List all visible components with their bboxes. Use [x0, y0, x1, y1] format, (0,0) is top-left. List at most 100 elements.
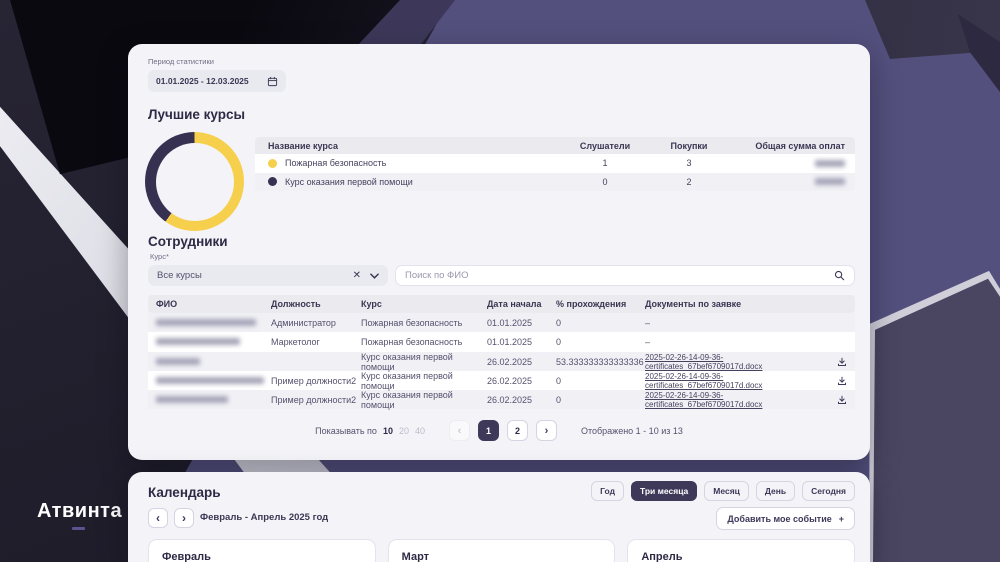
month-title: Март: [401, 551, 430, 562]
position-cell: Маркетолог: [271, 336, 320, 347]
view-today-button[interactable]: Сегодня: [802, 481, 855, 501]
period-date-value: 01.01.2025 - 12.03.2025: [156, 76, 249, 86]
course-cell: Курс оказания первой помощи: [361, 390, 453, 411]
start-date-cell: 26.02.2025: [487, 375, 533, 386]
course-filter-select[interactable]: Все курсы ✕: [148, 265, 388, 286]
table-row: Курс оказания первой помощи 0 2: [255, 172, 855, 191]
course-cell: Пожарная безопасность: [361, 317, 463, 328]
calendar-months: Февраль Март Апрель: [148, 539, 856, 562]
calendar-prev-button[interactable]: ‹: [148, 508, 168, 528]
employees-title: Сотрудники: [148, 234, 228, 249]
fio-redacted: [156, 337, 271, 347]
fio-redacted: [156, 395, 271, 405]
calendar-next-button[interactable]: ›: [174, 508, 194, 528]
col-fio: ФИО: [156, 299, 178, 309]
employees-table: ФИО Должность Курс Дата начала % прохожд…: [148, 295, 855, 411]
position-cell: Пример должности2: [271, 375, 357, 386]
best-courses-table-header: Название курса Слушатели Покупки Общая с…: [255, 137, 855, 154]
employees-table-header: ФИО Должность Курс Дата начала % прохожд…: [148, 295, 855, 313]
calendar-title: Календарь: [148, 485, 221, 500]
doc-link[interactable]: 2025-02-26-14-09-36-certificates_67bef67…: [645, 353, 829, 371]
add-event-label: Добавить мое событие: [727, 513, 832, 524]
position-cell: Администратор: [271, 317, 336, 328]
calendar-icon: [267, 76, 278, 86]
table-row: Маркетолог Пожарная безопасность 01.01.2…: [148, 332, 855, 352]
col-total: Общая сумма оплат: [755, 140, 845, 151]
col-position: Должность: [271, 299, 321, 309]
search-icon: [834, 270, 845, 281]
month-title: Февраль: [162, 551, 211, 562]
start-date-cell: 01.01.2025: [487, 317, 533, 328]
col-course-name: Название курса: [268, 140, 338, 151]
position-cell: Пример должности2: [271, 395, 357, 406]
listeners-value: 1: [602, 158, 608, 169]
col-progress: % прохождения: [556, 299, 627, 309]
prev-page-button[interactable]: ‹: [448, 420, 470, 441]
course-filter-label: Курс*: [150, 252, 169, 261]
clear-icon[interactable]: ✕: [353, 270, 361, 281]
pagination-info: Отображено 1 - 10 из 13: [580, 425, 683, 436]
month-card-february[interactable]: Февраль: [148, 539, 376, 562]
search-box: [395, 265, 855, 286]
doc-cell: –: [645, 317, 651, 328]
brand-logo: Атвинта: [37, 500, 123, 522]
view-day-button[interactable]: День: [755, 481, 796, 501]
fio-redacted: [156, 376, 271, 386]
progress-cell: 0: [556, 317, 562, 328]
doc-cell: –: [645, 336, 651, 347]
month-card-march[interactable]: Март: [387, 539, 616, 562]
progress-cell: 0: [556, 336, 562, 347]
calendar-range-label: Февраль - Апрель 2025 год: [200, 512, 329, 523]
start-date-cell: 26.02.2025: [487, 395, 533, 406]
purchases-value: 3: [686, 158, 692, 169]
course-name: Пожарная безопасность: [285, 158, 387, 169]
chevron-down-icon: [370, 272, 379, 279]
start-date-cell: 26.02.2025: [487, 356, 533, 367]
page-2-button[interactable]: 2: [506, 420, 528, 441]
page-size-20[interactable]: 20: [399, 426, 409, 436]
page-1-button[interactable]: 1: [477, 420, 499, 441]
table-row: Курс оказания первой помощи 26.02.2025 5…: [148, 351, 855, 372]
brand-logo-underline: [72, 527, 85, 530]
page-size-40[interactable]: 40: [415, 426, 425, 436]
pagination: Показывать по 10 20 40 ‹ 1 2 › Отображен…: [128, 420, 870, 441]
table-row: Пример должности2 Курс оказания первой п…: [148, 390, 855, 411]
doc-link[interactable]: 2025-02-26-14-09-36-certificates_67bef67…: [645, 391, 829, 409]
chevron-right-icon: ›: [182, 511, 186, 525]
page-size-label: Показывать по: [315, 425, 377, 436]
month-title: Апрель: [641, 551, 683, 562]
view-three-months-button[interactable]: Три месяца: [630, 481, 698, 501]
best-courses-title: Лучшие курсы: [148, 107, 245, 122]
month-card-april[interactable]: Апрель: [627, 539, 856, 562]
purchases-value: 2: [686, 176, 692, 187]
table-row: Пример должности2 Курс оказания первой п…: [148, 370, 855, 391]
screen: Атвинта Период статистики 01.01.2025 - 1…: [0, 0, 1000, 562]
best-courses-table: Название курса Слушатели Покупки Общая с…: [255, 137, 855, 191]
search-input[interactable]: [405, 270, 834, 281]
fio-redacted: [156, 357, 271, 367]
legend-dot-icon: [268, 158, 277, 168]
col-course: Курс: [361, 299, 382, 309]
dashboard-card: Период статистики 01.01.2025 - 12.03.202…: [128, 44, 870, 460]
next-page-button[interactable]: ›: [535, 420, 557, 441]
download-icon[interactable]: [829, 357, 855, 367]
fio-redacted: [156, 318, 271, 328]
period-date-input[interactable]: 01.01.2025 - 12.03.2025: [148, 70, 286, 92]
table-row: Администратор Пожарная безопасность 01.0…: [148, 313, 855, 333]
view-year-button[interactable]: Год: [591, 481, 624, 501]
period-label: Период статистики: [148, 57, 214, 66]
add-event-button[interactable]: Добавить мое событие +: [716, 507, 855, 530]
doc-link[interactable]: 2025-02-26-14-09-36-certificates_67bef67…: [645, 372, 829, 390]
total-value-redacted: [733, 159, 845, 167]
col-listeners: Слушатели: [579, 140, 631, 151]
download-icon[interactable]: [829, 376, 855, 386]
page-size-10[interactable]: 10: [383, 426, 393, 436]
plus-icon: +: [838, 513, 844, 524]
course-filter-value: Все курсы: [157, 270, 202, 281]
calendar-card: Календарь Год Три месяца Месяц День Сего…: [128, 472, 870, 562]
course-cell: Курс оказания первой помощи: [361, 351, 453, 372]
course-name: Курс оказания первой помощи: [285, 176, 413, 187]
view-month-button[interactable]: Месяц: [704, 481, 749, 501]
total-value-redacted: [733, 178, 845, 186]
download-icon[interactable]: [829, 395, 855, 405]
